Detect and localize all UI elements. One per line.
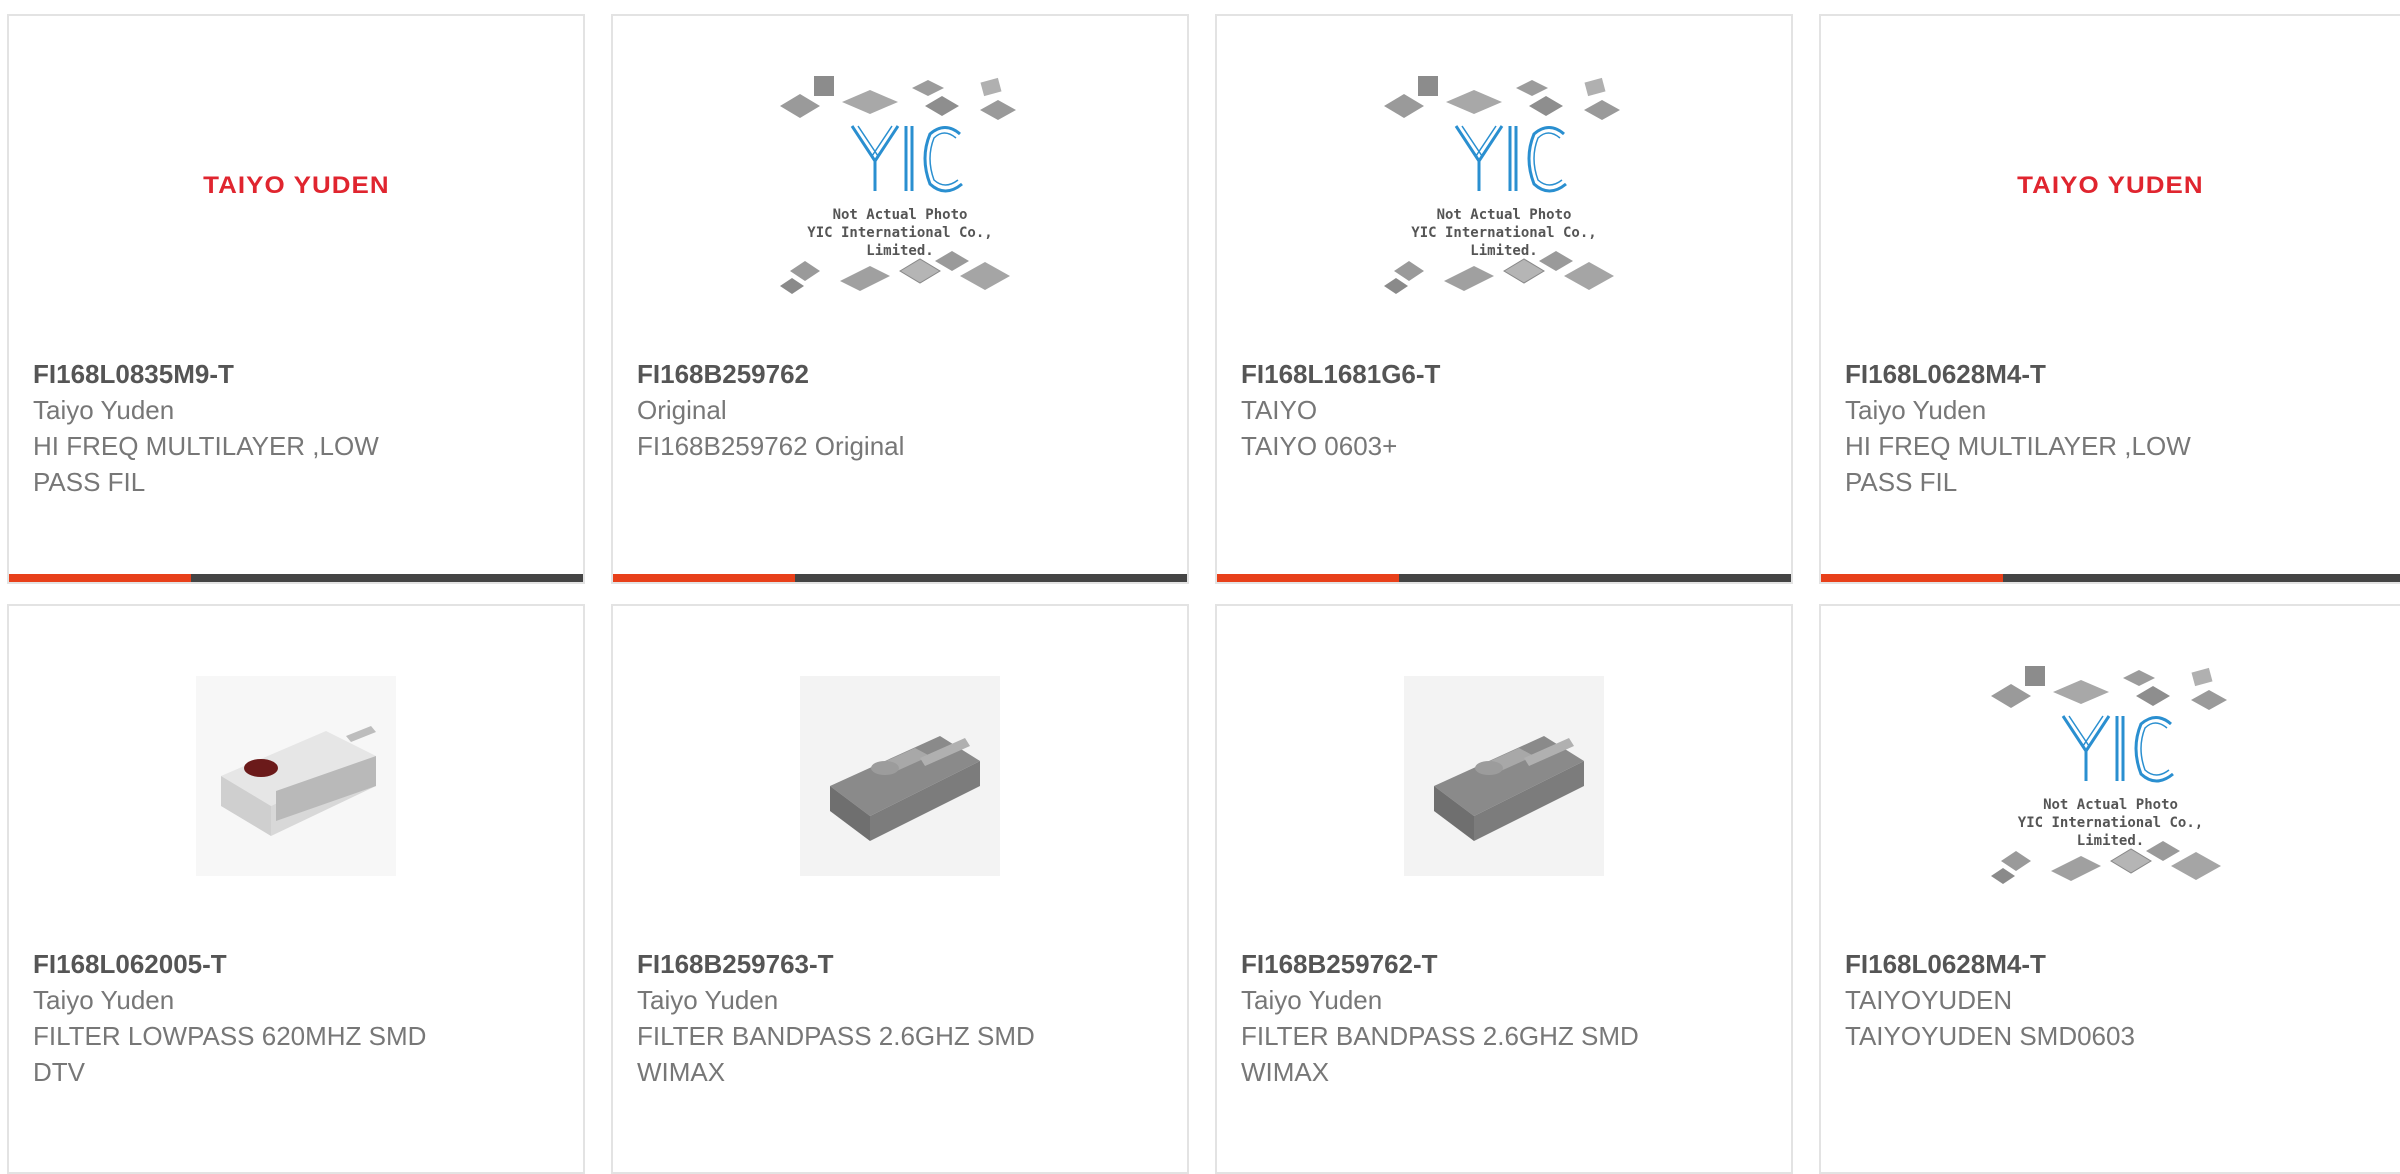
product-image[interactable] (613, 606, 1187, 946)
part-number[interactable]: FI168B259762-T (1241, 946, 1771, 982)
description: HI FREQ MULTILAYER ,LOW PASS FIL (33, 431, 379, 497)
product-image[interactable]: Not Actual Photo YIC International Co., … (1821, 606, 2400, 946)
part-number[interactable]: FI168L062005-T (33, 946, 563, 982)
part-number[interactable]: FI168B259762 (637, 356, 1167, 392)
product-image[interactable]: Not Actual Photo YIC International Co., … (613, 16, 1187, 356)
card-bottom-bar (1821, 574, 2400, 582)
manufacturer: Taiyo Yuden (637, 985, 779, 1015)
product-card[interactable]: FI168B259762-T Taiyo Yuden FILTER BANDPA… (1215, 604, 1793, 1174)
part-number[interactable]: FI168L0835M9-T (33, 356, 563, 392)
description: HI FREQ MULTILAYER ,LOW PASS FIL (1845, 431, 2191, 497)
product-card[interactable]: Not Actual Photo YIC International Co., … (611, 14, 1189, 584)
description: FILTER BANDPASS 2.6GHZ SMD WIMAX (637, 1021, 1035, 1087)
yic-logo-icon (1374, 66, 1634, 306)
manufacturer: Taiyo Yuden (33, 395, 175, 425)
manufacturer: TAIYOYUDEN (1845, 985, 2013, 1015)
smd-chip-photo (196, 676, 396, 876)
manufacturer: TAIYO (1241, 395, 1318, 425)
part-number[interactable]: FI168B259763-T (637, 946, 1167, 982)
smd-chip-photo (1404, 676, 1604, 876)
product-image[interactable] (9, 606, 583, 946)
product-card[interactable]: Not Actual Photo YIC International Co., … (1215, 14, 1793, 584)
description: TAIYOYUDEN SMD0603 (1845, 1021, 2135, 1051)
taiyo-yuden-logo: TAIYO YUDEN (2017, 172, 2204, 199)
description: FILTER BANDPASS 2.6GHZ SMD WIMAX (1241, 1021, 1639, 1087)
yic-placeholder-image: Not Actual Photo YIC International Co., … (1981, 656, 2241, 896)
product-card[interactable]: FI168L062005-T Taiyo Yuden FILTER LOWPAS… (7, 604, 585, 1174)
yic-company-text: YIC International Co., Limited. (807, 225, 993, 259)
product-image[interactable]: Not Actual Photo YIC International Co., … (1217, 16, 1791, 356)
product-grid: TAIYO YUDEN FI168L0835M9-T Taiyo Yuden H… (0, 0, 2400, 1174)
product-image[interactable] (1217, 606, 1791, 946)
product-image[interactable]: TAIYO YUDEN (9, 16, 583, 356)
description: FILTER LOWPASS 620MHZ SMD DTV (33, 1021, 427, 1087)
part-number[interactable]: FI168L0628M4-T (1845, 946, 2380, 982)
yic-logo-icon (1981, 656, 2241, 896)
product-card[interactable]: TAIYO YUDEN FI168L0835M9-T Taiyo Yuden H… (7, 14, 585, 584)
description: FI168B259762 Original (637, 431, 905, 461)
description: TAIYO 0603+ (1241, 431, 1398, 461)
manufacturer: Original (637, 395, 727, 425)
product-card[interactable]: Not Actual Photo YIC International Co., … (1819, 604, 2400, 1174)
card-bottom-bar (1217, 574, 1791, 582)
not-actual-photo-text: Not Actual Photo (1436, 207, 1572, 223)
manufacturer: Taiyo Yuden (1241, 985, 1383, 1015)
smd-chip-photo (800, 676, 1000, 876)
manufacturer: Taiyo Yuden (33, 985, 175, 1015)
yic-logo-icon (770, 66, 1030, 306)
part-number[interactable]: FI168L0628M4-T (1845, 356, 2380, 392)
yic-company-text: YIC International Co., Limited. (1411, 225, 1597, 259)
product-image[interactable]: TAIYO YUDEN (1821, 16, 2400, 356)
yic-placeholder-image: Not Actual Photo YIC International Co., … (1374, 66, 1634, 306)
taiyo-yuden-logo: TAIYO YUDEN (202, 172, 390, 199)
yic-company-text: YIC International Co., Limited. (2017, 815, 2204, 849)
card-bottom-bar (9, 574, 583, 582)
manufacturer: Taiyo Yuden (1845, 395, 1987, 425)
not-actual-photo-text: Not Actual Photo (2043, 797, 2178, 813)
part-number[interactable]: FI168L1681G6-T (1241, 356, 1771, 392)
product-card[interactable]: TAIYO YUDEN FI168L0628M4-T Taiyo Yuden H… (1819, 14, 2400, 584)
card-bottom-bar (613, 574, 1187, 582)
yic-placeholder-image: Not Actual Photo YIC International Co., … (770, 66, 1030, 306)
product-card[interactable]: FI168B259763-T Taiyo Yuden FILTER BANDPA… (611, 604, 1189, 1174)
not-actual-photo-text: Not Actual Photo (832, 207, 968, 223)
